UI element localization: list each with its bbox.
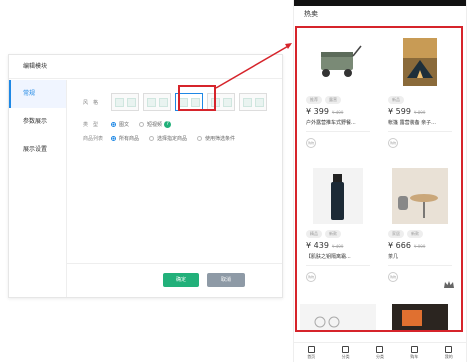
cart-icon xyxy=(410,345,418,353)
type-label: 类 型 xyxy=(83,122,99,128)
product-list-label: 商品列表 xyxy=(83,136,104,142)
settings-content: 风 格 类 型 图文 短视频? 商品列表 所有商品 选择指定商品 使用筛选条件 xyxy=(73,85,274,265)
type-image-text-radio[interactable]: 图文 xyxy=(111,121,129,128)
preview-highlight-frame xyxy=(295,26,463,332)
sidebar-item-display[interactable]: 展示设置 xyxy=(9,136,66,164)
category-icon xyxy=(342,345,350,353)
style-label: 风 格 xyxy=(83,99,99,106)
user-icon xyxy=(445,345,453,353)
type-row: 类 型 图文 短视频? xyxy=(83,121,181,128)
sidebar-item-params[interactable]: 参数展示 xyxy=(9,108,66,136)
tab-mine[interactable]: 我的 xyxy=(445,345,453,360)
panel-footer: 确定 取消 xyxy=(67,263,282,297)
tab-home[interactable]: 首页 xyxy=(307,345,315,360)
tab-category[interactable]: 分类 xyxy=(342,345,350,360)
home-icon xyxy=(307,345,315,353)
edit-module-panel: 编辑模块 常规 参数展示 展示设置 风 格 类 型 图文 短视频? 商品列表 所… xyxy=(8,54,283,298)
cancel-button[interactable]: 取消 xyxy=(207,273,245,287)
selected-style-highlight xyxy=(178,85,216,111)
phone-page-title: 热卖 xyxy=(304,10,318,18)
style-option-1[interactable] xyxy=(111,93,139,111)
filter-conditions-radio[interactable]: 使用筛选条件 xyxy=(197,135,235,142)
style-option-2[interactable] xyxy=(143,93,171,111)
tab-category-2[interactable]: 分类 xyxy=(376,345,384,360)
grid-icon xyxy=(376,345,384,353)
confirm-button[interactable]: 确定 xyxy=(163,273,199,287)
specific-products-radio[interactable]: 选择指定商品 xyxy=(149,135,187,142)
help-icon[interactable]: ? xyxy=(164,121,172,128)
sidebar-item-general[interactable]: 常规 xyxy=(9,80,66,108)
panel-title: 编辑模块 xyxy=(9,55,282,79)
sidebar: 常规 参数展示 展示设置 xyxy=(9,80,67,297)
product-list-row: 商品列表 所有商品 选择指定商品 使用筛选条件 xyxy=(83,135,245,142)
crown-icon xyxy=(444,281,454,288)
bottom-tab-bar: 首页 分类 分类 购车 我的 xyxy=(294,342,466,362)
type-short-video-radio[interactable]: 短视频? xyxy=(139,121,172,128)
all-products-radio[interactable]: 所有商品 xyxy=(111,135,139,142)
style-option-5[interactable] xyxy=(239,93,267,111)
tab-cart[interactable]: 购车 xyxy=(410,345,418,360)
style-row: 风 格 xyxy=(83,93,271,111)
